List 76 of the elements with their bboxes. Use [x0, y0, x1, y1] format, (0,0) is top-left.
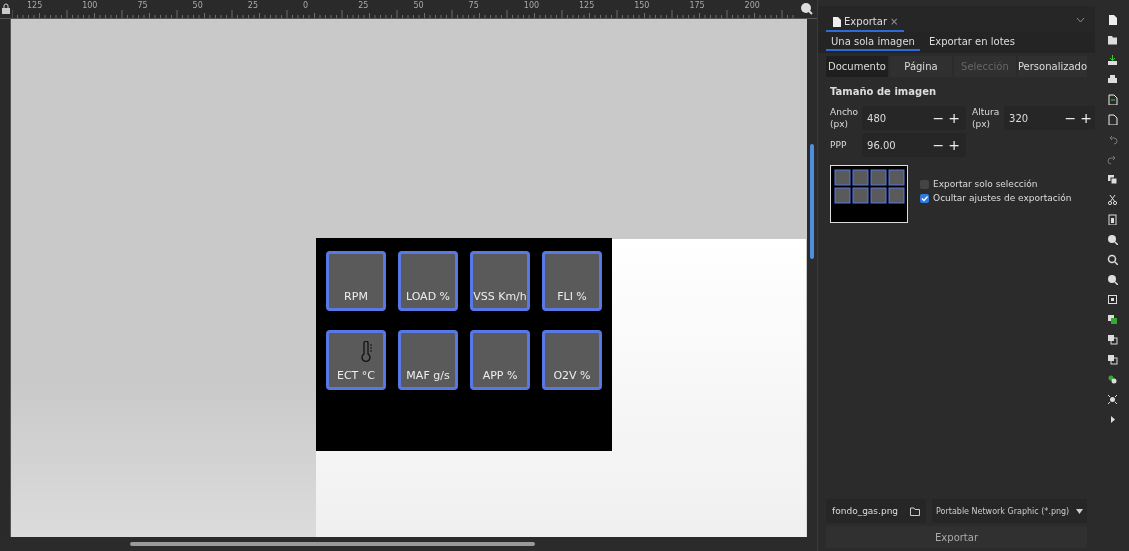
- tile-label: APP %: [482, 369, 518, 382]
- lock-icon[interactable]: [1, 3, 11, 15]
- mode-tab[interactable]: Exportar en lotes: [923, 34, 1020, 51]
- stepper-button[interactable]: +: [947, 110, 962, 126]
- stepper-button[interactable]: −: [931, 137, 946, 153]
- filename-text: fondo_gas.png: [832, 506, 899, 516]
- folder-icon[interactable]: [1106, 34, 1118, 45]
- tile-label: VSS Km/h: [473, 290, 527, 303]
- field-label: Ancho (px): [830, 106, 859, 130]
- redo-icon[interactable]: [1106, 154, 1118, 165]
- tile-label: FLI %: [557, 290, 587, 303]
- number-field[interactable]: 480 − +: [862, 106, 967, 130]
- chevron-icon[interactable]: [1076, 17, 1086, 23]
- caret-icon: [1076, 508, 1084, 514]
- new-document-icon[interactable]: [1106, 14, 1118, 25]
- folder-icon[interactable]: [910, 506, 921, 516]
- checkbox[interactable]: [920, 179, 930, 189]
- checkbox-label: Exportar solo selección: [933, 179, 1038, 189]
- group-icon[interactable]: [1106, 354, 1118, 365]
- area-tab[interactable]: Personalizado: [1017, 56, 1088, 77]
- ruler-label: 25: [358, 1, 369, 10]
- group-icon[interactable]: [1106, 314, 1118, 325]
- format-dropdown[interactable]: Portable Network Graphic (*.png): [932, 499, 1088, 523]
- ruler-label: 75: [137, 1, 148, 10]
- ruler-label: 50: [413, 1, 424, 10]
- ruler-label: 75: [468, 1, 479, 10]
- thermometer-icon: [361, 341, 373, 363]
- scrollbar-thumb[interactable]: [130, 542, 535, 546]
- close-icon[interactable]: ×: [890, 16, 899, 27]
- group-icon[interactable]: [1106, 334, 1118, 345]
- field-label: Altura (px): [972, 106, 1001, 130]
- nodes-icon[interactable]: [1106, 374, 1118, 385]
- frame-icon[interactable]: [1106, 294, 1118, 305]
- stepper-button[interactable]: +: [1079, 110, 1094, 126]
- nodes-icon[interactable]: [1106, 394, 1118, 405]
- zoom-icon[interactable]: [1106, 274, 1118, 285]
- stepper-button[interactable]: +: [947, 137, 962, 153]
- zoom-icon[interactable]: [1106, 234, 1118, 245]
- ruler-label: 150: [634, 1, 650, 10]
- checkbox[interactable]: [920, 193, 930, 203]
- zoom-icon[interactable]: [800, 2, 814, 15]
- tile-label: RPM: [344, 290, 368, 303]
- ruler-label: 100: [523, 1, 540, 10]
- tile-label: O2V %: [553, 369, 591, 382]
- document-icon: [832, 16, 842, 27]
- ruler-label: 125: [27, 1, 43, 10]
- export-icon[interactable]: [1106, 114, 1118, 125]
- export-button[interactable]: Exportar: [826, 526, 1088, 548]
- tile-label: ECT °C: [337, 369, 375, 382]
- download-icon[interactable]: [1106, 54, 1118, 65]
- ruler-label: 125: [579, 1, 595, 10]
- checkbox-label: Ocultar ajustes de exportación: [933, 193, 1072, 203]
- printer-icon[interactable]: [1106, 74, 1118, 85]
- tile-label: LOAD %: [405, 290, 451, 303]
- ruler-label: 50: [192, 1, 203, 10]
- ruler-label: 25: [247, 1, 258, 10]
- number-field[interactable]: 96.00 − +: [862, 133, 967, 157]
- ruler-label: 0: [303, 1, 309, 10]
- zoom-icon[interactable]: [1106, 254, 1118, 265]
- tile-label: MAF g/s: [406, 369, 450, 382]
- mode-tab[interactable]: Una sola imagen: [826, 34, 920, 51]
- field-label: PPP: [830, 139, 848, 151]
- ruler-label: 200: [744, 1, 760, 10]
- stepper-button[interactable]: −: [931, 110, 946, 126]
- area-tab[interactable]: Página: [890, 56, 952, 77]
- stepper-button[interactable]: −: [1063, 110, 1078, 126]
- import-icon[interactable]: [1106, 94, 1118, 105]
- ruler-label: 175: [689, 1, 705, 10]
- copy-icon[interactable]: [1106, 174, 1118, 185]
- ruler-label: 100: [82, 1, 98, 10]
- section-title: Tamaño de imagen: [829, 85, 938, 99]
- scrollbar-thumb[interactable]: [810, 144, 815, 259]
- filename-field[interactable]: fondo_gas.png: [826, 499, 927, 523]
- clipboard-icon[interactable]: [1106, 214, 1118, 225]
- scissors-icon[interactable]: [1106, 194, 1118, 205]
- area-tab[interactable]: Documento: [826, 56, 888, 77]
